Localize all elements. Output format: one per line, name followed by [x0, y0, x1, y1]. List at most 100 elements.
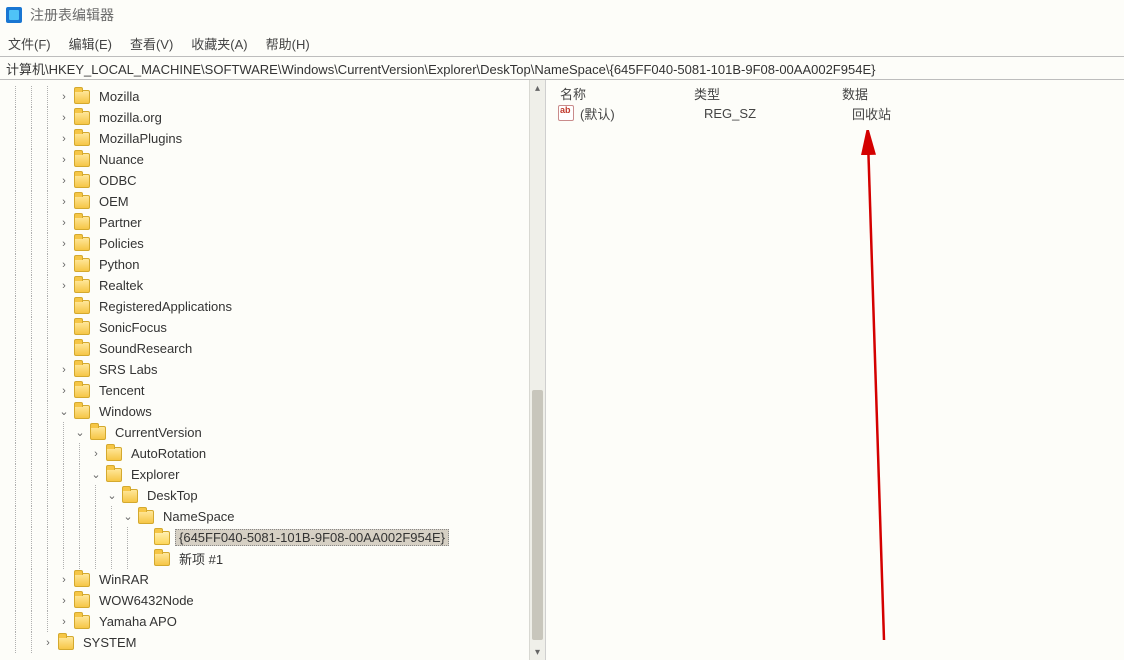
chevron-right-icon[interactable]: ›: [56, 574, 72, 586]
tree-indent: [88, 548, 104, 569]
tree-indent: [40, 380, 56, 401]
tree-indent: [40, 569, 56, 590]
menu-file[interactable]: 文件(F): [8, 34, 51, 53]
tree-indent: [40, 422, 56, 443]
values-header: 名称 类型 数据: [546, 80, 1124, 102]
chevron-down-icon[interactable]: ⌄: [72, 426, 88, 439]
tree-indent: [24, 401, 40, 422]
tree-item[interactable]: › ODBC: [8, 170, 530, 191]
tree-item[interactable]: 新项 #1: [8, 548, 530, 569]
tree-item[interactable]: › mozilla.org: [8, 107, 530, 128]
tree-item[interactable]: ›Tencent: [8, 380, 530, 401]
chevron-right-icon[interactable]: ›: [56, 385, 72, 397]
tree-indent: [40, 170, 56, 191]
tree-item[interactable]: ›WinRAR: [8, 569, 530, 590]
tree-indent: [8, 590, 24, 611]
tree-item[interactable]: ›WOW6432Node: [8, 590, 530, 611]
tree-scrollbar[interactable]: ▴ ▾: [529, 80, 545, 660]
chevron-down-icon[interactable]: ⌄: [88, 468, 104, 481]
tree-item[interactable]: ›Mozilla: [8, 86, 530, 107]
tree-item[interactable]: ›Realtek: [8, 275, 530, 296]
chevron-right-icon[interactable]: ›: [56, 238, 72, 250]
tree-indent: [8, 296, 24, 317]
chevron-right-icon[interactable]: ›: [56, 217, 72, 229]
tree-indent: [24, 380, 40, 401]
window-title: 注册表编辑器: [30, 5, 114, 25]
tree-item[interactable]: ›Policies: [8, 233, 530, 254]
tree-indent: [24, 338, 40, 359]
tree-item[interactable]: ›Nuance: [8, 149, 530, 170]
address-bar[interactable]: 计算机\HKEY_LOCAL_MACHINE\SOFTWARE\Windows\…: [0, 56, 1124, 80]
tree-item[interactable]: ›Partner: [8, 212, 530, 233]
chevron-right-icon[interactable]: ›: [56, 196, 72, 208]
tree-indent: [40, 338, 56, 359]
tree-indent: [24, 611, 40, 632]
chevron-right-icon[interactable]: ›: [56, 133, 72, 145]
tree-item[interactable]: ›SYSTEM: [8, 632, 530, 653]
menu-edit[interactable]: 编辑(E): [69, 34, 112, 53]
scroll-down-icon[interactable]: ▾: [530, 644, 545, 660]
chevron-right-icon[interactable]: ›: [40, 637, 56, 649]
tree-item-label: ODBC: [95, 172, 141, 189]
folder-icon: [74, 573, 90, 587]
tree-item[interactable]: SonicFocus: [8, 317, 530, 338]
tree-item[interactable]: ›SRS Labs: [8, 359, 530, 380]
tree-item[interactable]: RegisteredApplications: [8, 296, 530, 317]
tree-item[interactable]: ›Yamaha APO: [8, 611, 530, 632]
scroll-up-icon[interactable]: ▴: [530, 80, 545, 96]
chevron-down-icon[interactable]: ⌄: [104, 489, 120, 502]
tree-indent: [8, 191, 24, 212]
chevron-right-icon[interactable]: ›: [56, 154, 72, 166]
tree-item[interactable]: SoundResearch: [8, 338, 530, 359]
value-row[interactable]: (默认) REG_SZ 回收站: [546, 102, 1124, 124]
tree-item[interactable]: ⌄DeskTop: [8, 485, 530, 506]
tree-indent: [56, 485, 72, 506]
tree-item[interactable]: {645FF040-5081-101B-9F08-00AA002F954E}: [8, 527, 530, 548]
tree-indent: [8, 233, 24, 254]
tree-item[interactable]: ›Python: [8, 254, 530, 275]
chevron-right-icon[interactable]: ›: [56, 175, 72, 187]
folder-icon: [74, 279, 90, 293]
tree-indent: [8, 401, 24, 422]
tree-indent: [40, 464, 56, 485]
chevron-right-icon[interactable]: ›: [56, 259, 72, 271]
chevron-right-icon[interactable]: ›: [56, 616, 72, 628]
tree-item[interactable]: ›AutoRotation: [8, 443, 530, 464]
tree-indent: [24, 506, 40, 527]
tree-item[interactable]: ⌄ Windows: [8, 401, 530, 422]
chevron-right-icon[interactable]: ›: [56, 280, 72, 292]
tree-item-label: mozilla.org: [95, 109, 166, 126]
col-header-name[interactable]: 名称: [546, 84, 694, 103]
registry-tree[interactable]: ›Mozilla›mozilla.org›MozillaPlugins›Nuan…: [0, 80, 530, 660]
folder-icon: [154, 552, 170, 566]
menu-view[interactable]: 查看(V): [130, 34, 173, 53]
chevron-right-icon[interactable]: ›: [56, 364, 72, 376]
tree-indent: [8, 86, 24, 107]
tree-item[interactable]: ⌄Explorer: [8, 464, 530, 485]
tree-item[interactable]: ⌄NameSpace: [8, 506, 530, 527]
col-header-type[interactable]: 类型: [694, 84, 842, 103]
chevron-right-icon[interactable]: ›: [56, 91, 72, 103]
chevron-right-icon[interactable]: ›: [56, 595, 72, 607]
menu-help[interactable]: 帮助(H): [266, 34, 310, 53]
tree-item[interactable]: ›MozillaPlugins: [8, 128, 530, 149]
menu-favorites[interactable]: 收藏夹(A): [191, 34, 247, 53]
tree-item[interactable]: ›OEM: [8, 191, 530, 212]
tree-indent: [88, 527, 104, 548]
scroll-thumb[interactable]: [532, 390, 543, 640]
tree-indent: [24, 275, 40, 296]
chevron-right-icon[interactable]: ›: [88, 448, 104, 460]
app-icon: [6, 7, 22, 23]
tree-item[interactable]: ⌄ CurrentVersion: [8, 422, 530, 443]
tree-indent: [8, 170, 24, 191]
chevron-down-icon[interactable]: ⌄: [56, 405, 72, 418]
chevron-right-icon[interactable]: ›: [56, 112, 72, 124]
tree-indent: [24, 527, 40, 548]
tree-indent: [24, 632, 40, 653]
tree-indent: [8, 464, 24, 485]
col-header-data[interactable]: 数据: [842, 84, 1124, 103]
tree-indent: [40, 611, 56, 632]
tree-item-label: Windows: [95, 403, 156, 420]
tree-item-label: CurrentVersion: [111, 424, 206, 441]
chevron-down-icon[interactable]: ⌄: [120, 510, 136, 523]
